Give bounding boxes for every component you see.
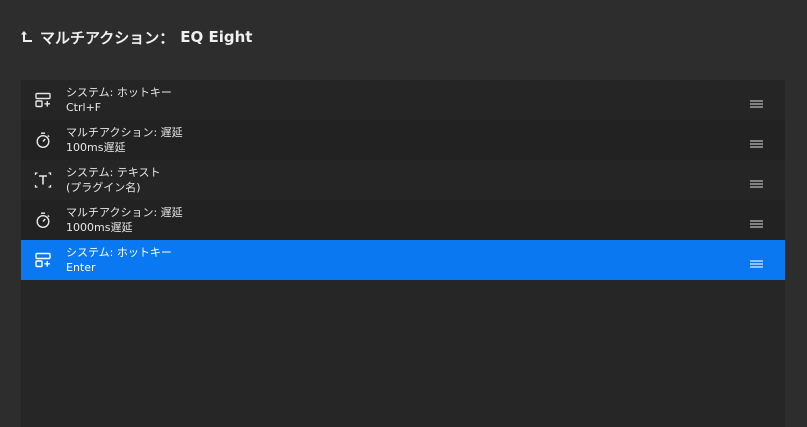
drag-handle-icon[interactable] [750,94,763,108]
hotkey-icon [33,250,53,270]
list-item-text: マルチアクション: 遅延 1000ms遅延 [66,205,183,235]
page-title-label: マルチアクション： [40,28,175,47]
action-subtitle: 100ms遅延 [66,141,126,154]
page-header: マルチアクション： EQ Eight [20,26,252,48]
action-list-panel: システム: ホットキー Ctrl+F マルチアクション: 遅延 100ms遅延 … [21,80,785,427]
stopwatch-icon [33,210,53,230]
action-title: システム: ホットキー [66,86,172,99]
list-item-text: システム: テキスト (プラグイン名) [66,165,161,195]
list-item-text: システム: ホットキー Ctrl+F [66,85,172,115]
action-subtitle: Ctrl+F [66,101,102,114]
text-icon [33,170,53,190]
multi-action-editor: マルチアクション： EQ Eight システム: ホットキー Ctrl+F マル… [0,0,807,427]
action-subtitle: (プラグイン名) [66,181,141,194]
hotkey-icon [33,90,53,110]
drag-handle-icon[interactable] [750,134,763,148]
list-item[interactable]: マルチアクション: 遅延 1000ms遅延 [21,200,785,240]
drag-handle-icon[interactable] [750,174,763,188]
action-title: マルチアクション: 遅延 [66,206,183,219]
list-item-selected[interactable]: システム: ホットキー Enter [21,240,785,280]
action-subtitle: Enter [66,261,96,274]
drag-handle-icon[interactable] [750,214,763,228]
drag-handle-icon[interactable] [750,254,763,268]
page-title-value: EQ Eight [180,28,253,46]
list-item[interactable]: システム: ホットキー Ctrl+F [21,80,785,120]
action-title: マルチアクション: 遅延 [66,126,183,139]
action-title: システム: テキスト [66,166,161,179]
list-item-text: マルチアクション: 遅延 100ms遅延 [66,125,183,155]
action-title: システム: ホットキー [66,246,172,259]
return-arrow-icon[interactable] [20,29,34,45]
list-item-text: システム: ホットキー Enter [66,245,172,275]
stopwatch-icon [33,130,53,150]
action-list: システム: ホットキー Ctrl+F マルチアクション: 遅延 100ms遅延 … [21,80,785,280]
list-item[interactable]: マルチアクション: 遅延 100ms遅延 [21,120,785,160]
action-subtitle: 1000ms遅延 [66,221,133,234]
list-item[interactable]: システム: テキスト (プラグイン名) [21,160,785,200]
